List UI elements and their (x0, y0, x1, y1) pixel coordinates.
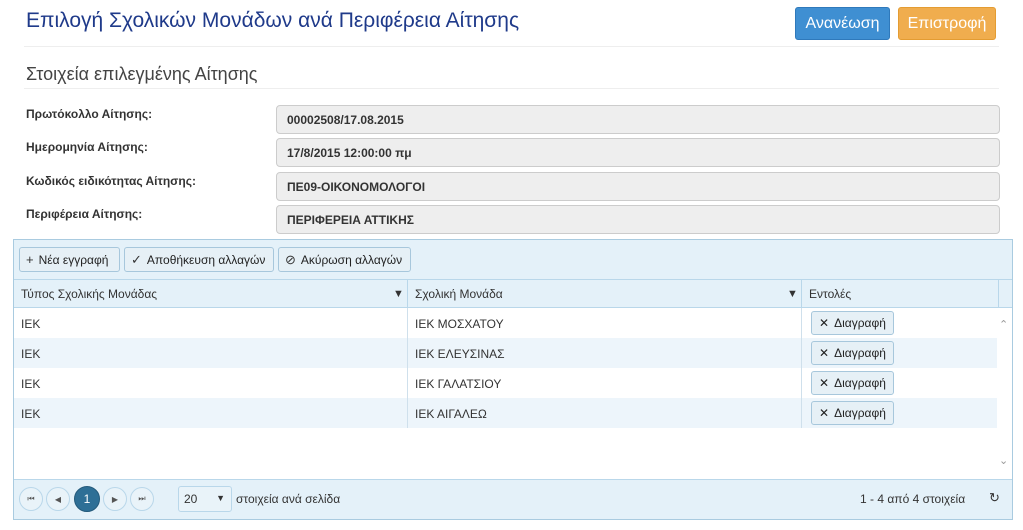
save-changes-label: Αποθήκευση αλλαγών (146, 252, 266, 267)
table-row[interactable]: ΙΕΚ ΙΕΚ ΕΛΕΥΣΙΝΑΣ ✕ Διαγραφή (14, 338, 997, 368)
date-field: 17/8/2015 12:00:00 πμ (276, 138, 1000, 167)
chevron-down-icon: ▼ (216, 493, 225, 503)
cell-type: ΙΕΚ (14, 338, 408, 368)
column-header-type[interactable]: Τύπος Σχολικής Μονάδας ▼ (14, 280, 408, 308)
page: Επιλογή Σχολικών Μονάδων ανά Περιφέρεια … (0, 0, 1023, 530)
grid-pager: ⏮ ◀ 1 ▶ ⏭ 20 ▼ στοιχεία ανά σελίδα 1 - 4… (14, 479, 1012, 519)
x-icon: ✕ (819, 376, 830, 390)
cell-type: ΙΕΚ (14, 368, 408, 398)
column-header-actions: Εντολές (802, 280, 999, 308)
new-record-button[interactable]: + Νέα εγγραφή (19, 247, 120, 272)
save-changes-button[interactable]: ✓ Αποθήκευση αλλαγών (124, 247, 274, 272)
page-size-select[interactable]: 20 ▼ (178, 486, 232, 512)
region-field: ΠΕΡΙΦΕΡΕΙΑ ΑΤΤΙΚΗΣ (276, 205, 1000, 234)
column-header-unit[interactable]: Σχολική Μονάδα ▼ (408, 280, 802, 308)
cancel-circle-icon: ⊘ (285, 251, 296, 267)
cell-unit: ΙΕΚ ΑΙΓΑΛΕΩ (408, 398, 802, 428)
page-size-label: στοιχεία ανά σελίδα (236, 492, 341, 506)
table-row[interactable]: ΙΕΚ ΙΕΚ ΑΙΓΑΛΕΩ ✕ Διαγραφή (14, 398, 997, 428)
last-page-icon[interactable]: ⏭ (130, 487, 154, 511)
x-icon: ✕ (819, 316, 830, 330)
next-page-icon[interactable]: ▶ (103, 487, 127, 511)
grid-toolbar: + Νέα εγγραφή ✓ Αποθήκευση αλλαγών ⊘ Ακύ… (14, 240, 1012, 280)
previous-page-icon[interactable]: ◀ (46, 487, 70, 511)
divider (24, 46, 999, 47)
protocol-label: Πρωτόκολλο Αίτησης: (26, 107, 153, 121)
section-title: Στοιχεία επιλεγμένης Αίτησης (26, 64, 258, 84)
delete-button[interactable]: ✕ Διαγραφή (811, 401, 894, 425)
plus-icon: + (26, 252, 34, 267)
cancel-changes-button[interactable]: ⊘ Ακύρωση αλλαγών (278, 247, 411, 272)
cell-unit: ΙΕΚ ΜΟΣΧΑΤΟΥ (408, 308, 802, 338)
current-page-button[interactable]: 1 (74, 486, 100, 512)
grid-header: Τύπος Σχολικής Μονάδας ▼ Σχολική Μονάδα … (14, 280, 1012, 308)
cell-unit: ΙΕΚ ΓΑΛΑΤΣΙΟΥ (408, 368, 802, 398)
specialty-code-field: ΠΕ09-ΟΙΚΟΝΟΜΟΛΟΓΟΙ (276, 172, 1000, 201)
cell-unit: ΙΕΚ ΕΛΕΥΣΙΝΑΣ (408, 338, 802, 368)
region-label: Περιφέρεια Αίτησης: (26, 207, 143, 221)
refresh-icon[interactable]: ↻ (989, 490, 1000, 506)
funnel-icon[interactable]: ▼ (787, 288, 798, 300)
refresh-button[interactable]: Ανανέωση (795, 7, 890, 40)
scroll-up-icon[interactable]: ⌃ (999, 318, 1008, 331)
table-row[interactable]: ΙΕΚ ΙΕΚ ΜΟΣΧΑΤΟΥ ✕ Διαγραφή (14, 308, 997, 338)
x-icon: ✕ (819, 346, 830, 360)
x-icon: ✕ (819, 406, 830, 420)
table-row[interactable]: ΙΕΚ ΙΕΚ ΓΑΛΑΤΣΙΟΥ ✕ Διαγραφή (14, 368, 997, 398)
delete-button[interactable]: ✕ Διαγραφή (811, 371, 894, 395)
page-title: Επιλογή Σχολικών Μονάδων ανά Περιφέρεια … (26, 9, 520, 32)
cell-type: ΙΕΚ (14, 398, 408, 428)
first-page-icon[interactable]: ⏮ (19, 487, 43, 511)
pager-info: 1 - 4 από 4 στοιχεία (860, 492, 966, 506)
divider (24, 88, 999, 89)
school-units-grid: + Νέα εγγραφή ✓ Αποθήκευση αλλαγών ⊘ Ακύ… (13, 239, 1013, 520)
cancel-changes-label: Ακύρωση αλλαγών (300, 252, 403, 267)
specialty-code-label: Κωδικός ειδικότητας Αίτησης: (26, 174, 196, 188)
funnel-icon[interactable]: ▼ (393, 288, 404, 300)
date-label: Ημερομηνία Αίτησης: (26, 140, 148, 154)
header: Επιλογή Σχολικών Μονάδων ανά Περιφέρεια … (0, 0, 1023, 45)
check-icon: ✓ (131, 251, 142, 267)
delete-button[interactable]: ✕ Διαγραφή (811, 341, 894, 365)
protocol-field: 00002508/17.08.2015 (276, 105, 1000, 134)
new-record-label: Νέα εγγραφή (38, 252, 109, 267)
back-button[interactable]: Επιστροφή (898, 7, 996, 40)
delete-button[interactable]: ✕ Διαγραφή (811, 311, 894, 335)
cell-type: ΙΕΚ (14, 308, 408, 338)
scroll-down-icon[interactable]: ⌄ (999, 454, 1008, 467)
grid-body: ΙΕΚ ΙΕΚ ΜΟΣΧΑΤΟΥ ✕ Διαγραφή ΙΕΚ ΙΕΚ ΕΛΕΥ… (14, 308, 997, 479)
